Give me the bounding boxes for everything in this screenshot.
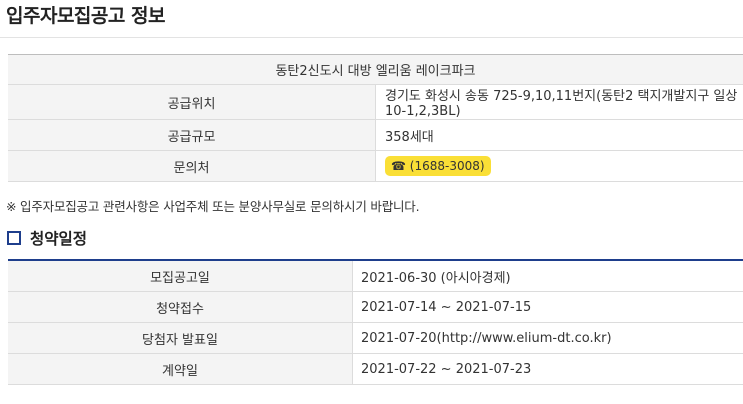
table-row: 문의처 ☎ (1688-3008) [8, 150, 743, 182]
title-divider [0, 37, 743, 38]
contact-value-cell: ☎ (1688-3008) [375, 150, 743, 182]
supply-location-label: 공급위치 [8, 84, 376, 120]
schedule-value: 2021-07-22 ~ 2021-07-23 [352, 353, 743, 385]
table-row: 동탄2신도시 대방 엘리움 레이크파크 [8, 54, 743, 85]
square-outline-icon [7, 231, 21, 245]
table-row: 청약접수 2021-07-14 ~ 2021-07-15 [8, 291, 743, 323]
schedule-value: 2021-06-30 (아시아경제) [352, 260, 743, 292]
table-row: 공급규모 358세대 [8, 119, 743, 151]
schedule-label: 모집공고일 [8, 260, 353, 292]
contact-label: 문의처 [8, 150, 376, 182]
schedule-value: 2021-07-20(http://www.elium-dt.co.kr) [352, 322, 743, 354]
supply-location-value: 경기도 화성시 송동 725-9,10,11번지(동탄2 택지개발지구 일상10… [375, 84, 743, 120]
complex-name: 동탄2신도시 대방 엘리움 레이크파크 [8, 54, 743, 85]
table-row: 모집공고일 2021-06-30 (아시아경제) [8, 260, 743, 292]
table-row: 계약일 2021-07-22 ~ 2021-07-23 [8, 353, 743, 385]
phone-contact-link[interactable]: ☎ (1688-3008) [385, 156, 491, 176]
section-title: 청약일정 [30, 230, 88, 248]
supply-info-table: 동탄2신도시 대방 엘리움 레이크파크 공급위치 경기도 화성시 송동 725-… [8, 54, 743, 182]
supply-scale-value: 358세대 [375, 119, 743, 151]
page-title: 입주자모집공고 정보 [6, 5, 165, 27]
schedule-value: 2021-07-14 ~ 2021-07-15 [352, 291, 743, 323]
table-row: 공급위치 경기도 화성시 송동 725-9,10,11번지(동탄2 택지개발지구… [8, 84, 743, 120]
schedule-label: 청약접수 [8, 291, 353, 323]
table-row: 당첨자 발표일 2021-07-20(http://www.elium-dt.c… [8, 322, 743, 354]
contact-notice: ※ 입주자모집공고 관련사항은 사업주체 또는 분양사무실로 문의하시기 바랍니… [6, 199, 420, 214]
supply-scale-label: 공급규모 [8, 119, 376, 151]
schedule-label: 당첨자 발표일 [8, 322, 353, 354]
subscription-schedule-table: 모집공고일 2021-06-30 (아시아경제) 청약접수 2021-07-14… [8, 259, 743, 385]
schedule-label: 계약일 [8, 353, 353, 385]
section-heading: 청약일정 [7, 228, 87, 248]
